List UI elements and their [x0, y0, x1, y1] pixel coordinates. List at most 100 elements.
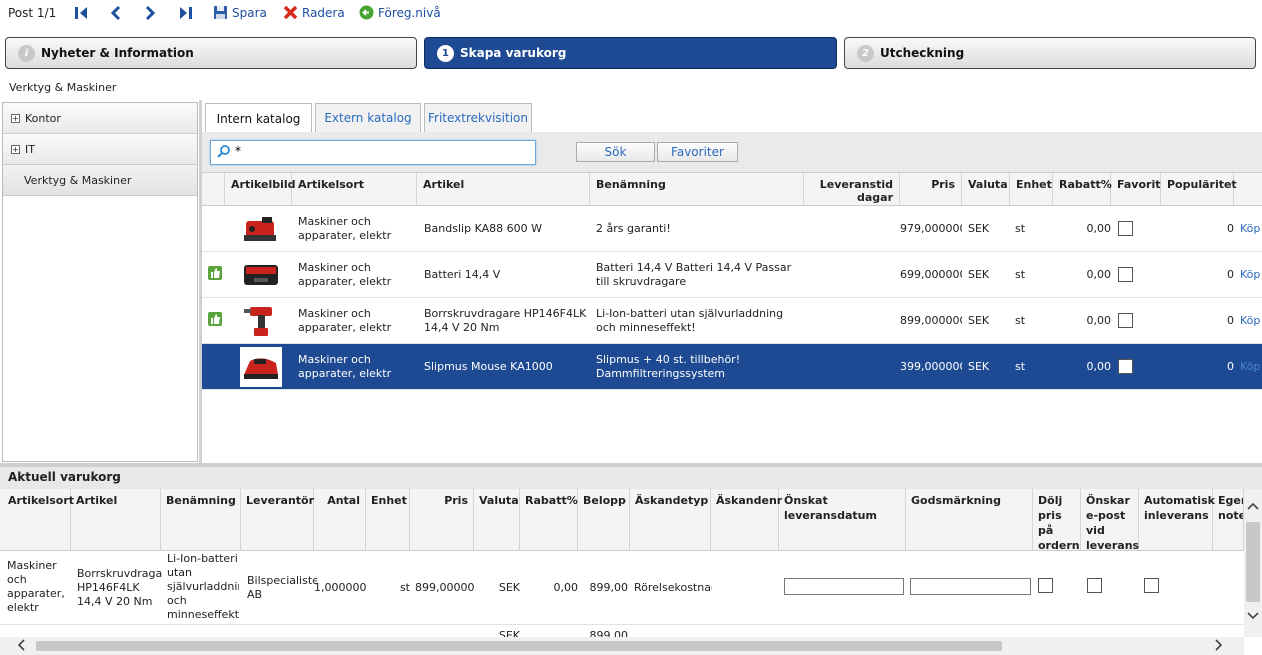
step-create-cart[interactable]: 1 Skapa varukorg: [424, 37, 837, 69]
cart-header-askandenr[interactable]: Äskandenr: [711, 489, 782, 550]
header-leveranstid[interactable]: Leveranstid dagar: [804, 173, 900, 206]
wanted-delivery-date-input[interactable]: [784, 578, 904, 595]
cart-header-godsmarkning[interactable]: Godsmärkning: [906, 489, 1033, 550]
cell-valuta: SEK: [968, 314, 990, 327]
header-artikelbild[interactable]: Artikelbild: [225, 173, 296, 206]
cart-header-valuta[interactable]: Valuta: [474, 489, 520, 550]
cart-grid-header: Artikelsort Artikel Benämning Leverantör…: [0, 489, 1244, 552]
scroll-up-icon[interactable]: [1247, 499, 1259, 515]
cell-enhet: st: [1015, 360, 1026, 373]
tree-item-it[interactable]: + IT: [3, 134, 197, 165]
header-enhet[interactable]: Enhet: [1010, 173, 1053, 206]
search-icon: [217, 145, 230, 158]
cell-artikelsort: Maskiner och apparater, elektr: [298, 261, 392, 288]
cart-horizontal-scrollbar[interactable]: [0, 637, 1244, 655]
goods-marking-input[interactable]: [910, 578, 1031, 595]
cart-header-artikelsort[interactable]: Artikelsort: [3, 489, 74, 550]
header-artikel[interactable]: Artikel: [417, 173, 590, 206]
expand-icon[interactable]: +: [11, 113, 20, 123]
cell-artikel: Slipmus Mouse KA1000: [424, 360, 553, 373]
tree-item-kontor[interactable]: + Kontor: [3, 103, 197, 134]
header-favorit[interactable]: Favorit: [1111, 173, 1161, 206]
cart-header-rabatt[interactable]: Rabatt%: [520, 489, 578, 550]
thumbs-up-icon: [208, 266, 222, 280]
buy-link[interactable]: Köp: [1240, 360, 1262, 374]
step-checkout[interactable]: 2 Utcheckning: [844, 37, 1256, 69]
search-field[interactable]: [210, 140, 536, 165]
tab-fritextrekvisition[interactable]: Fritextrekvisition: [424, 103, 532, 132]
table-row-selected[interactable]: Maskiner och apparater, elektr Slipmus M…: [202, 344, 1262, 390]
tab-extern-katalog[interactable]: Extern katalog: [315, 103, 421, 132]
chevron-right-icon: [145, 5, 156, 21]
tree-item-verktyg-maskiner[interactable]: Verktyg & Maskiner: [3, 165, 197, 196]
table-row[interactable]: Maskiner och apparater, elektr Batteri 1…: [202, 252, 1262, 298]
cart-header-egen-note[interactable]: Egen note: [1213, 489, 1244, 550]
next-record-button[interactable]: [142, 5, 158, 21]
cart-header-benamning[interactable]: Benämning: [161, 489, 241, 550]
tab-intern-katalog[interactable]: Intern katalog: [205, 103, 312, 133]
product-image-slipmus: [240, 347, 282, 387]
header-popularitet[interactable]: Populäritet: [1161, 173, 1237, 206]
header-rabatt[interactable]: Rabatt%: [1053, 173, 1112, 206]
header-pris[interactable]: Pris: [900, 173, 962, 206]
last-record-button[interactable]: [178, 5, 194, 21]
cart-header-dolj-pris[interactable]: Dölj pris på ordern: [1033, 489, 1081, 552]
cart-header-onskar-epost[interactable]: Önskar e-post vid leverans: [1081, 489, 1139, 552]
previous-record-button[interactable]: [108, 5, 124, 21]
step-label: Skapa varukorg: [460, 46, 567, 60]
buy-link[interactable]: Köp: [1240, 222, 1262, 236]
buy-link[interactable]: Köp: [1240, 268, 1262, 282]
cart-header-onskat-leveransdatum[interactable]: Önskat leveransdatum: [779, 489, 906, 550]
cart-header-pris[interactable]: Pris: [410, 489, 474, 550]
cart-header-belopp[interactable]: Belopp: [578, 489, 630, 550]
cell-rabatt: 0,00: [1086, 360, 1112, 373]
favorite-checkbox[interactable]: [1118, 221, 1133, 236]
table-row[interactable]: Maskiner och apparater, elektr Borrskruv…: [202, 298, 1262, 344]
save-button[interactable]: Spara: [213, 5, 267, 20]
horizontal-scroll-thumb[interactable]: [36, 641, 1002, 651]
toolbar: Post 1/1 Spara Radera Föreg.nivå: [0, 0, 1262, 28]
cart-cell-enhet: st: [399, 581, 410, 594]
cart-cell-valuta: SEK: [498, 581, 520, 594]
auto-receive-checkbox[interactable]: [1144, 578, 1159, 593]
cart-header-askandetyp[interactable]: Äskandetyp: [630, 489, 711, 550]
delete-button[interactable]: Radera: [283, 5, 345, 20]
cell-popularitet: 0: [1227, 222, 1234, 235]
buy-link[interactable]: Köp: [1240, 314, 1262, 328]
email-on-delivery-checkbox[interactable]: [1087, 578, 1102, 593]
step-news-information[interactable]: i Nyheter & Information: [5, 37, 417, 69]
cart-vertical-scrollbar[interactable]: [1244, 489, 1262, 637]
cart-header-artikel[interactable]: Artikel: [71, 489, 161, 550]
cart-header-enhet[interactable]: Enhet: [366, 489, 410, 550]
search-button[interactable]: Sök: [576, 142, 655, 162]
previous-level-button[interactable]: Föreg.nivå: [359, 5, 441, 20]
scroll-left-icon[interactable]: [16, 639, 26, 655]
cart-cell-benamning: Li-Ion-batteri utan självurladdning och …: [167, 552, 239, 621]
table-row[interactable]: Maskiner och apparater, elektr Bandslip …: [202, 206, 1262, 252]
scroll-right-icon[interactable]: [1214, 639, 1224, 655]
cell-rabatt: 0,00: [1086, 314, 1112, 327]
favorite-checkbox[interactable]: [1118, 313, 1133, 328]
header-benamning[interactable]: Benämning: [590, 173, 804, 206]
favorite-checkbox[interactable]: [1118, 359, 1133, 374]
tree-item-label: Verktyg & Maskiner: [24, 173, 132, 187]
product-image-bandslip: [240, 209, 282, 249]
cart-header-automatisk-inleverans[interactable]: Automatisk inleverans: [1139, 489, 1215, 550]
cart-header-leverantor[interactable]: Leverantör: [241, 489, 314, 550]
favorite-checkbox[interactable]: [1118, 267, 1133, 282]
favorites-button[interactable]: Favoriter: [657, 142, 738, 162]
cart-row[interactable]: Maskiner och apparater, elektr Borrskruv…: [0, 551, 1244, 625]
cart-total-currency: SEK: [498, 629, 520, 637]
cart-header-antal[interactable]: Antal: [314, 489, 366, 550]
cell-valuta: SEK: [968, 360, 990, 373]
search-input[interactable]: [235, 144, 525, 158]
header-artikelsort[interactable]: Artikelsort: [292, 173, 417, 206]
first-record-button[interactable]: [73, 5, 89, 21]
expand-icon[interactable]: +: [11, 144, 20, 154]
hide-price-checkbox[interactable]: [1038, 578, 1053, 593]
cart-cell-artikelsort: Maskiner och apparater, elektr: [7, 559, 65, 614]
scroll-down-icon[interactable]: [1247, 609, 1259, 625]
post-counter: Post 1/1: [8, 6, 57, 20]
header-valuta[interactable]: Valuta: [962, 173, 1010, 206]
vertical-scroll-thumb[interactable]: [1246, 522, 1260, 602]
